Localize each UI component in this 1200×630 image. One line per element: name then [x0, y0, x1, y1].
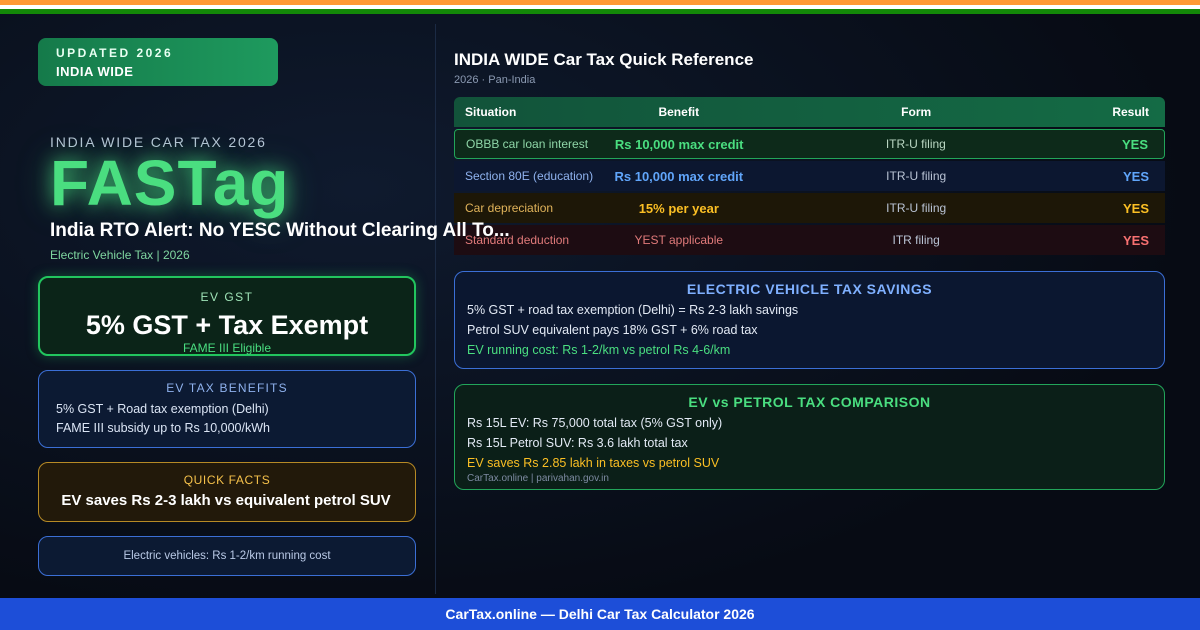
- comparison-line: Rs 15L Petrol SUV: Rs 3.6 lakh total tax: [467, 436, 688, 450]
- table-row: OBBB car loan interest Rs 10,000 max cre…: [454, 129, 1165, 159]
- ev-gst-card: EV GST 5% GST + Tax Exempt FAME III Elig…: [38, 276, 416, 356]
- ev-cost-value: Electric vehicles: Rs 1-2/km running cos…: [123, 550, 331, 562]
- column-header-situation: Situation: [465, 105, 517, 119]
- cell-benefit: Rs 10,000 max credit: [614, 136, 744, 152]
- ev-savings-line: Petrol SUV equivalent pays 18% GST + 6% …: [467, 323, 758, 337]
- table-row: Car depreciation 15% per year ITR-U fili…: [454, 193, 1165, 223]
- comparison-line: EV saves Rs 2.85 lakh in taxes vs petrol…: [467, 456, 720, 470]
- cell-benefit: YEST applicable: [634, 233, 724, 247]
- cell-form: ITR-U filing: [885, 137, 946, 151]
- badge-region-label: INDIA WIDE: [56, 64, 134, 79]
- right-panel: INDIA WIDE Car Tax Quick Reference 2026 …: [454, 14, 1166, 598]
- comparison-title: EV vs PETROL TAX COMPARISON: [688, 394, 931, 410]
- reference-subtitle: 2026 · Pan-India: [454, 74, 536, 86]
- badge-updated-label: UPDATED 2026: [56, 46, 174, 60]
- comparison-panel: EV vs PETROL TAX COMPARISON Rs 15L EV: R…: [454, 384, 1165, 490]
- column-header-result: Result: [1112, 105, 1149, 119]
- ev-savings-line: 5% GST + road tax exemption (Delhi) = Rs…: [467, 303, 799, 317]
- brand-title: FASTag: [50, 147, 290, 219]
- ev-cost-card: Electric vehicles: Rs 1-2/km running cos…: [38, 536, 416, 576]
- comparison-line: Rs 15L EV: Rs 75,000 total tax (5% GST o…: [467, 416, 723, 430]
- reference-title: INDIA WIDE Car Tax Quick Reference: [454, 50, 754, 69]
- comparison-source: CarTax.online | parivahan.gov.in: [467, 473, 609, 484]
- cell-benefit: Rs 10,000 max credit: [614, 168, 744, 184]
- ev-gst-title: EV GST: [200, 290, 254, 304]
- cell-form: ITR filing: [892, 233, 940, 247]
- ev-gst-note: FAME III Eligible: [182, 341, 272, 355]
- quick-facts-card: QUICK FACTS EV saves Rs 2-3 lakh vs equi…: [38, 462, 416, 522]
- ev-benefits-card: EV TAX BENEFITS 5% GST + Road tax exempt…: [38, 370, 416, 448]
- cell-benefit: 15% per year: [638, 200, 719, 216]
- updated-badge: UPDATED 2026 INDIA WIDE: [38, 38, 278, 86]
- cell-result: YES: [1121, 136, 1148, 152]
- footer-banner: CarTax.online — Delhi Car Tax Calculator…: [0, 598, 1200, 630]
- cell-situation: Section 80E (education): [465, 169, 594, 183]
- quick-facts-value: EV saves Rs 2-3 lakh vs equivalent petro…: [61, 492, 391, 509]
- headline: India RTO Alert: No YESC Without Clearin…: [50, 220, 510, 241]
- cell-result: YES: [1122, 168, 1149, 184]
- cell-form: ITR-U filing: [886, 169, 947, 183]
- hero-subline: Electric Vehicle Tax | 2026: [50, 248, 190, 262]
- left-panel: UPDATED 2026 INDIA WIDE INDIA WIDE CAR T…: [0, 14, 510, 598]
- india-flag-stripe: [0, 0, 1200, 14]
- ev-benefits-title: EV TAX BENEFITS: [166, 381, 288, 395]
- ev-savings-line: EV running cost: Rs 1-2/km vs petrol Rs …: [467, 343, 731, 357]
- ev-gst-value: 5% GST + Tax Exempt: [85, 310, 369, 340]
- ev-benefit-line: FAME III subsidy up to Rs 10,000/kWh: [56, 421, 270, 435]
- ev-savings-panel: ELECTRIC VEHICLE TAX SAVINGS 5% GST + ro…: [454, 271, 1165, 369]
- column-header-form: Form: [901, 105, 932, 119]
- footer-text: CarTax.online — Delhi Car Tax Calculator…: [445, 606, 755, 622]
- table-header: Situation Benefit Form Result: [454, 97, 1165, 127]
- cell-form: ITR-U filing: [886, 201, 947, 215]
- ev-savings-title: ELECTRIC VEHICLE TAX SAVINGS: [686, 281, 933, 297]
- quick-facts-title: QUICK FACTS: [183, 473, 271, 487]
- cell-situation: Car depreciation: [465, 201, 554, 215]
- table-row: Section 80E (education) Rs 10,000 max cr…: [454, 161, 1165, 191]
- column-header-benefit: Benefit: [658, 105, 700, 119]
- cell-situation: OBBB car loan interest: [466, 137, 589, 151]
- cell-result: YES: [1122, 232, 1149, 248]
- cell-result: YES: [1122, 200, 1149, 216]
- ev-benefit-line: 5% GST + Road tax exemption (Delhi): [56, 402, 269, 416]
